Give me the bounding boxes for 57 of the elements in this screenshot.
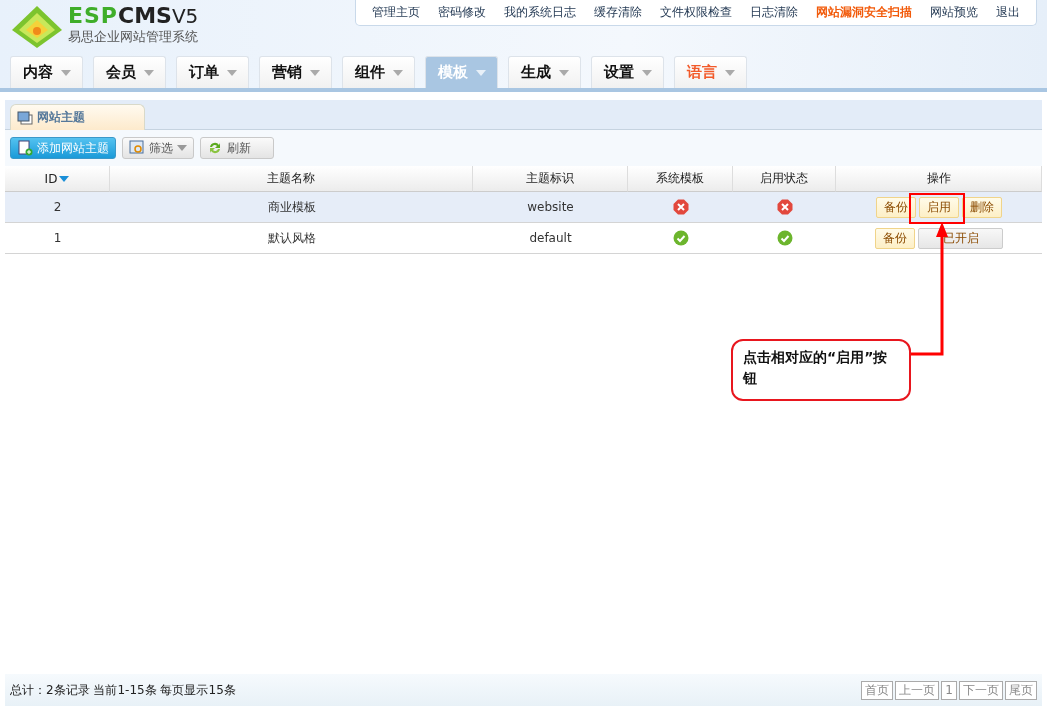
panel-tab[interactable]: 网站主题 [10,104,145,130]
logo-icon [10,4,64,48]
action-button[interactable]: 删除 [962,196,1002,218]
top-link[interactable]: 退出 [988,4,1028,21]
column-header: 操作 [836,166,1042,192]
caret-icon [558,69,569,76]
sort-down-icon [59,175,70,182]
toolbar-button[interactable]: 筛选 [122,137,194,159]
logo-subtitle: 易思企业网站管理系统 [68,28,199,46]
pager-button[interactable]: 首页 [861,680,894,700]
table-cell: website [473,192,628,223]
top-link[interactable]: 网站预览 [922,4,986,21]
top-link[interactable]: 密码修改 [430,4,494,21]
callout-note: 点击相对应的“启用”按钮 [731,339,911,401]
pager-button[interactable]: 下一页 [959,680,1003,700]
top-link[interactable]: 文件权限检查 [652,4,740,21]
caret-icon [641,69,652,76]
toolbar-button[interactable]: 刷新 [200,137,274,159]
action-button[interactable]: 启用 [919,196,959,218]
table-cell: 2 [5,192,110,223]
column-header: 系统模板 [628,166,733,192]
document-add-icon [17,140,33,156]
action-button[interactable]: 备份 [875,227,915,249]
nav-tab[interactable]: 内容 [10,56,83,88]
pager-button[interactable]: 1 [941,680,957,700]
caret-icon [177,145,187,151]
monitor-icon [17,110,33,125]
nav-tab[interactable]: 组件 [342,56,415,88]
caret-icon [392,69,403,76]
nav-tab[interactable]: 会员 [93,56,166,88]
top-link[interactable]: 缓存清除 [586,4,650,21]
action-button[interactable]: 备份 [876,196,916,218]
table-cell: 商业模板 [110,192,473,223]
caret-icon [309,69,320,76]
caret-icon [143,69,154,76]
caret-icon [724,69,735,76]
pager-button[interactable]: 尾页 [1005,680,1037,700]
caret-icon [60,69,71,76]
caret-icon [475,69,486,76]
column-header: ID [5,166,110,192]
nav-tab[interactable]: 设置 [591,56,664,88]
pager-button[interactable]: 上一页 [895,680,940,700]
magnifier-window-icon [129,140,145,156]
nav-tab[interactable]: 生成 [508,56,581,88]
column-header: 启用状态 [733,166,836,192]
caret-icon [226,69,237,76]
nav-tab[interactable]: 营销 [259,56,332,88]
top-link[interactable]: 我的系统日志 [496,4,584,21]
column-header: 主题标识 [473,166,628,192]
column-header: 主题名称 [110,166,473,192]
top-link[interactable]: 管理主页 [364,4,428,21]
top-link[interactable]: 日志清除 [742,4,806,21]
record-summary: 总计：2条记录 当前1-15条 每页显示15条 [10,681,236,699]
refresh-icon [207,140,223,156]
logo-wordmark: ESPCMSV5 [68,4,199,28]
nav-tab[interactable]: 订单 [176,56,249,88]
highlight-frame [909,193,965,224]
